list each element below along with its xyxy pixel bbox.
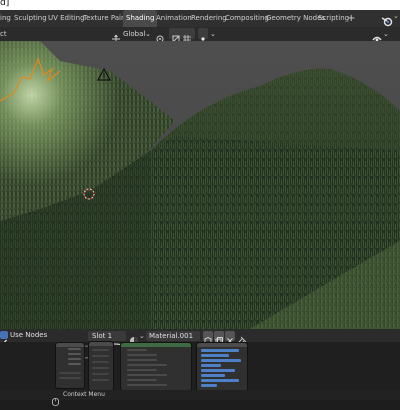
add-workspace-button[interactable]: + <box>347 10 355 27</box>
chevron-down-icon[interactable]: ⌄ <box>210 28 216 40</box>
mapping-node[interactable] <box>88 341 114 391</box>
material-name: Material.001 <box>149 332 194 340</box>
chevron-down-icon[interactable]: ⌄ <box>145 28 151 40</box>
tab-sculpting[interactable]: Sculpting <box>14 10 47 27</box>
transform-orientation-icon[interactable] <box>111 29 121 43</box>
mouse-icon <box>52 391 59 406</box>
copy-material-button[interactable] <box>214 331 224 345</box>
tab-rendering[interactable]: Rendering <box>191 10 227 27</box>
use-nodes-label[interactable]: Use Nodes <box>10 330 47 340</box>
status-bar <box>0 390 400 400</box>
tab-geometry-nodes[interactable]: Geometry Nodes <box>266 10 325 27</box>
use-nodes-checkbox[interactable] <box>0 331 8 345</box>
chevron-down-icon[interactable]: ⌄ <box>139 330 145 342</box>
principled-bsdf-node[interactable] <box>120 342 192 391</box>
tab-layout[interactable]: ing <box>0 10 11 27</box>
tab-uv-editing[interactable]: UV Editing <box>48 10 85 27</box>
pivot-point-icon[interactable] <box>155 29 165 43</box>
tab-scripting[interactable]: Scripting <box>318 10 349 27</box>
3d-viewport[interactable] <box>0 41 400 329</box>
proportional-editing-icon <box>199 29 207 41</box>
transform-orientation-dropdown[interactable]: Global <box>123 28 145 40</box>
tab-animation[interactable]: Animation <box>156 10 192 27</box>
3d-cursor-icon[interactable] <box>82 186 96 200</box>
close-icon[interactable] <box>225 331 235 344</box>
node-editor-header <box>0 329 400 342</box>
status-context-menu-label: Context Menu <box>63 391 105 398</box>
snap-grid-icon[interactable] <box>182 29 192 43</box>
material-output-node[interactable] <box>196 342 248 392</box>
mode-label-fragment[interactable]: ct <box>0 28 7 40</box>
light-object-icon[interactable] <box>96 67 112 81</box>
snap-icon[interactable] <box>171 29 181 43</box>
pin-icon[interactable] <box>237 331 247 346</box>
chevron-down-icon[interactable]: ⌄ <box>383 28 389 40</box>
tab-texture-paint[interactable]: Texture Paint <box>83 10 128 27</box>
tab-shading[interactable]: Shading <box>123 10 158 27</box>
overlay-icon[interactable] <box>372 29 382 42</box>
title-strip: d] <box>0 0 400 10</box>
fake-user-button[interactable] <box>203 331 213 346</box>
input-node[interactable] <box>55 342 85 389</box>
chevron-down-icon[interactable]: ⌄ <box>393 12 399 20</box>
material-sphere-icon[interactable] <box>129 331 139 345</box>
tab-compositing[interactable]: Compositing <box>225 10 269 27</box>
window-title-fragment: d] <box>0 0 10 8</box>
blender-logo-icon[interactable] <box>381 12 393 27</box>
node-editor-canvas[interactable] <box>0 341 400 392</box>
